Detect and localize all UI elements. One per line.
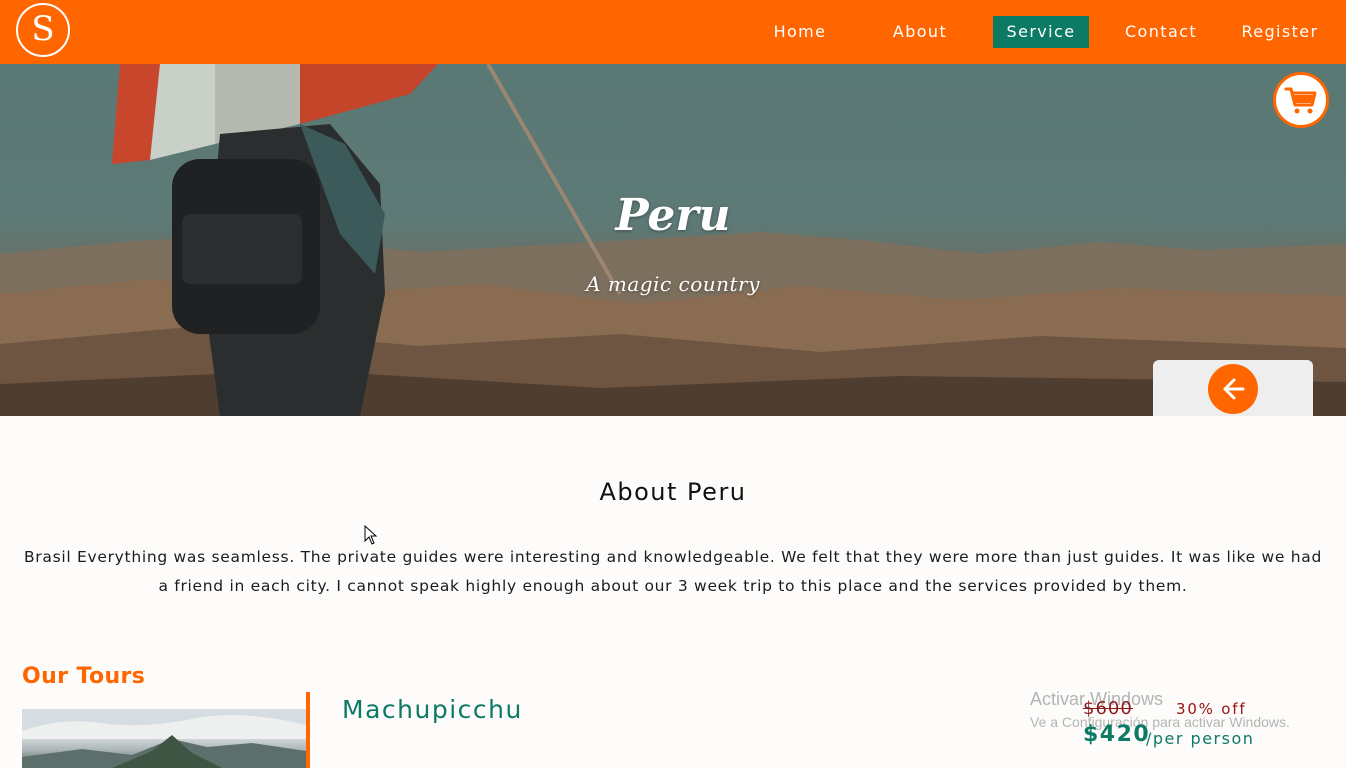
nav-service[interactable]: Service	[993, 16, 1089, 48]
mouse-cursor-icon	[364, 525, 378, 545]
site-logo[interactable]: S	[16, 3, 70, 57]
machupicchu-photo	[22, 709, 306, 768]
nav-register[interactable]: Register	[1237, 16, 1323, 48]
nav-contact[interactable]: Contact	[1119, 16, 1203, 48]
about-description: Brasil Everything was seamless. The priv…	[23, 548, 1323, 595]
shopping-cart-icon	[1284, 87, 1317, 114]
cart-button[interactable]	[1273, 72, 1329, 128]
nav-home[interactable]: Home	[760, 16, 840, 48]
logo-letter: S	[31, 9, 55, 49]
windows-activation-subtitle: Ve a Configuración para activar Windows.	[1030, 714, 1290, 730]
arrow-left-icon	[1223, 378, 1245, 400]
about-title: About Peru	[599, 478, 747, 506]
tour-name[interactable]: Machupicchu	[342, 695, 523, 724]
hero-title: Peru	[615, 190, 731, 241]
tour-price-unit: /per person	[1146, 729, 1255, 748]
top-navbar: S Home About Service Contact Register	[0, 0, 1346, 64]
hero-banner: Peru A magic country	[0, 64, 1346, 416]
tour-price: $420	[1083, 722, 1151, 747]
slider-control-panel	[1153, 360, 1313, 416]
back-button[interactable]	[1208, 364, 1258, 414]
nav-about[interactable]: About	[880, 16, 960, 48]
tour-image[interactable]	[22, 709, 306, 768]
tours-heading: Our Tours	[22, 664, 146, 689]
hero-subtitle: A magic country	[586, 272, 760, 296]
tour-divider	[306, 692, 310, 768]
